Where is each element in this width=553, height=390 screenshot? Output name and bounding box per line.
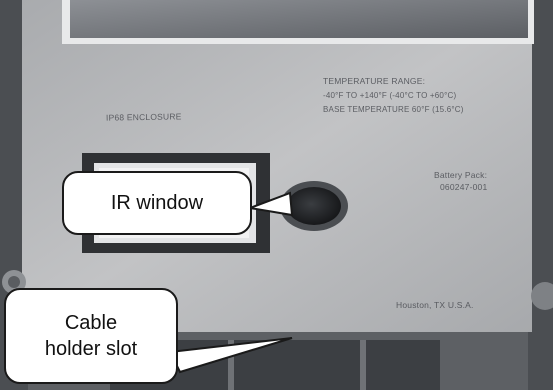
origin-text: Houston, TX U.S.A. bbox=[396, 300, 474, 310]
cable-holder-callout-line1: Cable bbox=[64, 312, 118, 334]
battery-pack-label: Battery Pack: bbox=[434, 170, 488, 180]
battery-pack-part-number: 060247-001 bbox=[440, 182, 488, 192]
ir-window-callout: IR window bbox=[62, 171, 252, 235]
cable-holder-callout-line2: holder slot bbox=[44, 338, 138, 360]
ir-window-callout-label: IR window bbox=[110, 191, 204, 214]
temperature-range-title: TEMPERATURE RANGE: bbox=[323, 76, 426, 86]
enclosure-rating-text: IP68 ENCLOSURE bbox=[105, 111, 182, 123]
ir-window bbox=[287, 187, 341, 225]
temperature-range-values: -40°F TO +140°F (-40°C TO +60°C) bbox=[323, 91, 457, 100]
cable-holder-callout: Cable holder slot bbox=[4, 288, 178, 384]
base-temperature-text: BASE TEMPERATURE 60°F (15.6°C) bbox=[323, 105, 464, 114]
